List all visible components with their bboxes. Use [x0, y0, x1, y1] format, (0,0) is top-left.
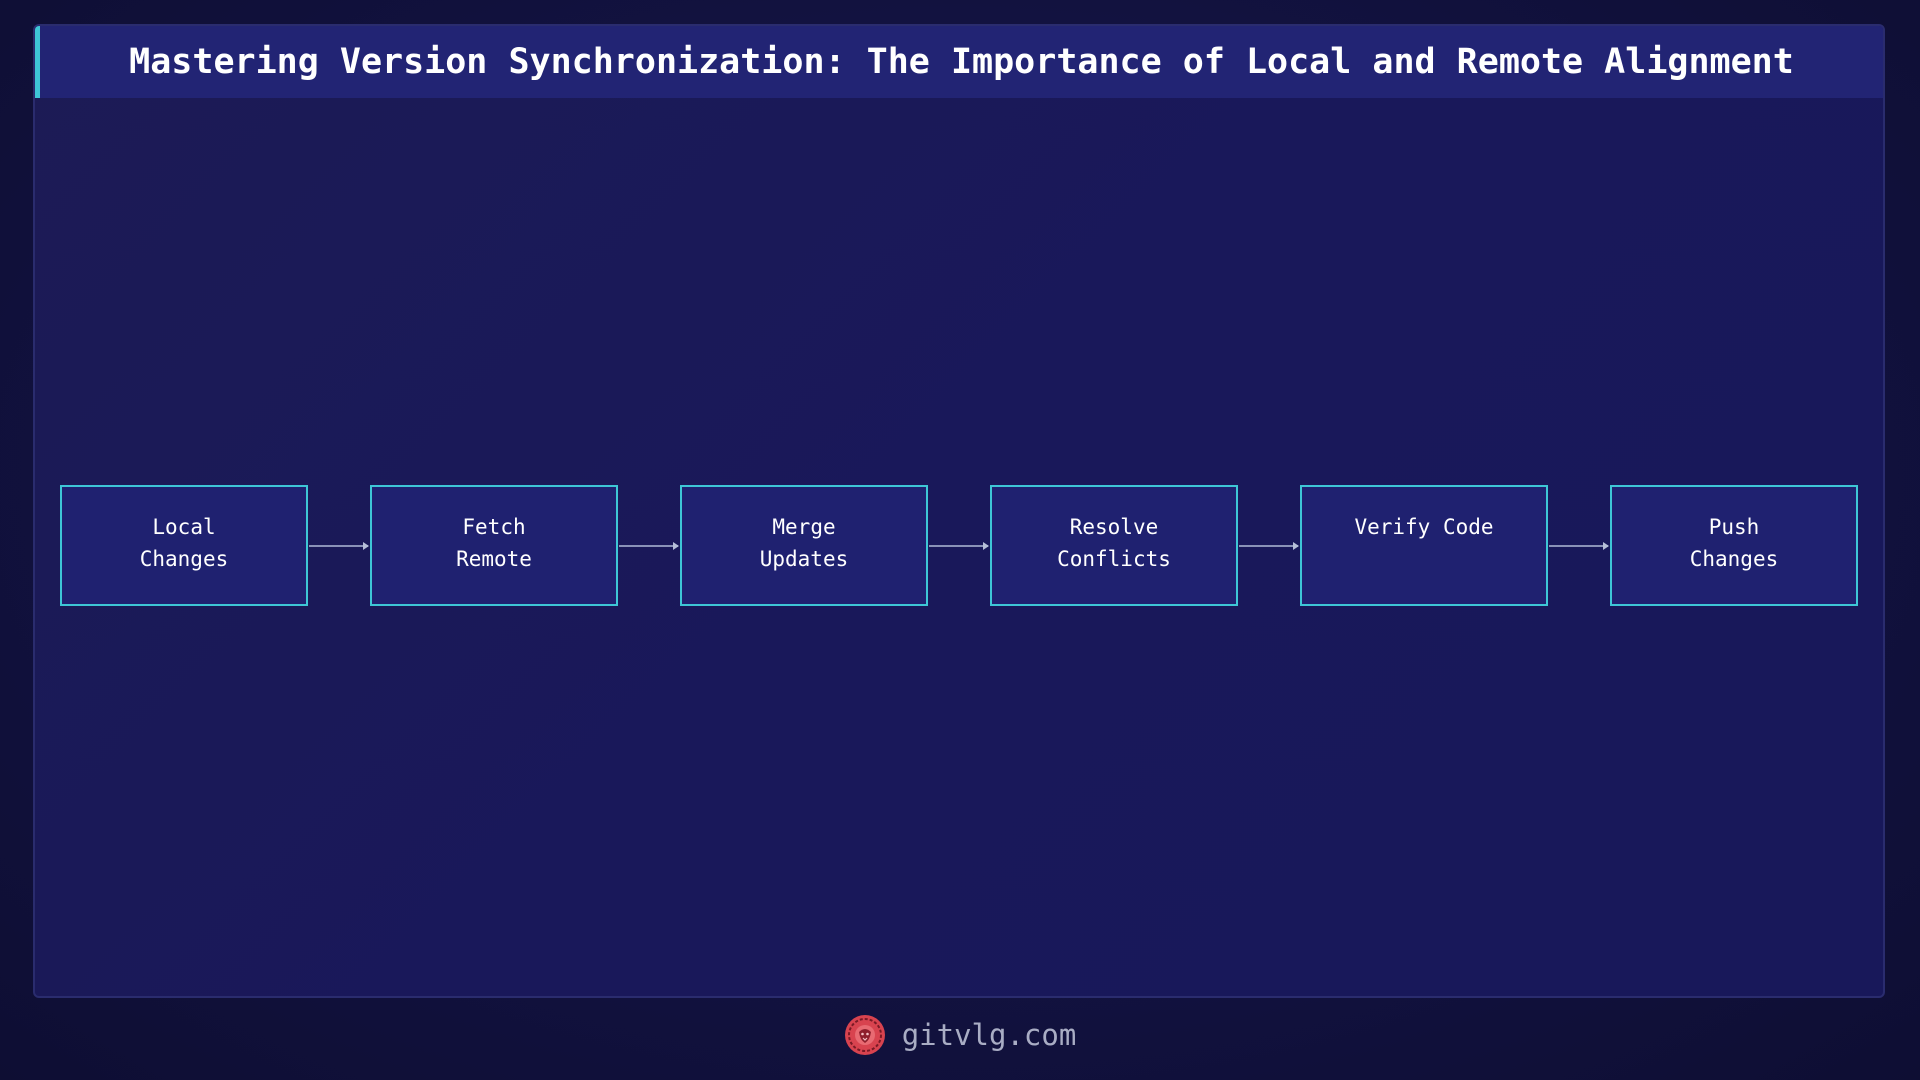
arrow-connector	[929, 542, 989, 550]
flow-diagram: Local Changes Fetch Remote Merge Updates…	[0, 0, 1920, 1080]
step-fetch-remote: Fetch Remote	[370, 485, 618, 606]
arrow-connector	[1239, 542, 1299, 550]
site-link[interactable]: gitvlg.com	[902, 1018, 1077, 1052]
footer: gitvlg.com	[0, 1010, 1920, 1060]
step-resolve-conflicts: Resolve Conflicts	[990, 485, 1238, 606]
arrow-connector	[309, 542, 369, 550]
step-verify-code: Verify Code	[1300, 485, 1548, 606]
lion-logo-icon	[844, 1015, 885, 1055]
arrow-connector	[1549, 542, 1609, 550]
arrow-connector	[619, 542, 679, 550]
step-merge-updates: Merge Updates	[680, 485, 928, 606]
step-local-changes: Local Changes	[60, 485, 308, 606]
step-push-changes: Push Changes	[1610, 485, 1858, 606]
